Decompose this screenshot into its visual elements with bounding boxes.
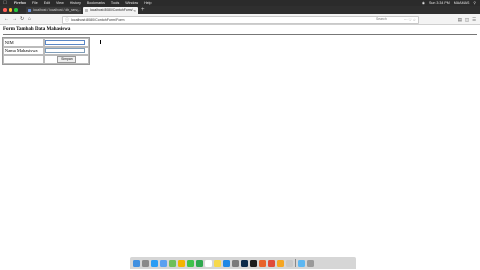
clock[interactable]: Sun 3:34 PM xyxy=(429,1,450,5)
sidebar-icon[interactable]: ◫ xyxy=(465,16,469,23)
tab-favicon-icon xyxy=(28,9,31,12)
tab-contoh-form[interactable]: localhost:8080/ContohForm/... × xyxy=(83,7,138,14)
window-controls xyxy=(3,8,20,12)
system-preferences-icon[interactable] xyxy=(232,259,239,267)
web-page: Form Tambah Data Mahasiswa NIM Nama Maha… xyxy=(0,25,480,257)
tab-phpmyadmin[interactable]: localhost / localhost / db_serv… × xyxy=(26,7,81,14)
menu-icon[interactable]: ☰ xyxy=(472,16,476,23)
messages-icon[interactable] xyxy=(187,259,194,267)
label-nim: NIM xyxy=(3,38,44,47)
navigation-bar: ← → ↻ ⌂ ⓘ localhost:8080/ContohForm/Form… xyxy=(0,14,480,25)
firefox-icon[interactable] xyxy=(259,259,266,267)
home-icon[interactable]: ⌂ xyxy=(28,16,31,23)
search-box[interactable]: Search xyxy=(376,16,396,22)
finder-icon[interactable] xyxy=(133,259,140,267)
form-row-submit: Simpan xyxy=(3,55,90,64)
text-caret xyxy=(99,40,101,44)
terminal-icon[interactable] xyxy=(250,259,257,267)
tab-bar: localhost / localhost / db_serv… × local… xyxy=(0,6,480,14)
tab-title: localhost / localhost / db_serv… xyxy=(33,8,81,12)
photoshop-icon[interactable] xyxy=(241,259,248,267)
form-row-nim: NIM xyxy=(3,38,101,47)
macos-dock xyxy=(130,257,356,269)
dock-separator xyxy=(295,259,296,267)
launchpad-icon[interactable] xyxy=(142,259,149,267)
label-nama-mahasiswa: Nama Mahasiswa xyxy=(3,46,44,55)
user-name[interactable]: MAAMAS xyxy=(454,1,470,5)
new-tab-button[interactable]: + xyxy=(141,7,145,14)
simpan-button[interactable]: Simpan xyxy=(57,56,77,63)
photos-icon[interactable] xyxy=(178,259,185,267)
page-actions-icon[interactable]: ··· ♡ ☆ xyxy=(404,17,416,23)
empty-cell xyxy=(3,55,44,64)
facetime-icon[interactable] xyxy=(196,259,203,267)
trash-icon[interactable] xyxy=(306,259,314,267)
mail-icon[interactable] xyxy=(160,259,167,267)
chrome-icon[interactable] xyxy=(268,259,275,267)
sketch-icon[interactable] xyxy=(277,259,284,267)
library-icon[interactable]: ▤ xyxy=(458,16,462,23)
calendar-icon[interactable] xyxy=(205,259,212,267)
notes-icon[interactable] xyxy=(214,259,221,267)
spotlight-icon[interactable]: ⚲ xyxy=(473,1,476,5)
nim-input[interactable] xyxy=(45,39,86,45)
student-form: NIM Nama Mahasiswa Simpan xyxy=(2,37,101,65)
minimize-window-button[interactable] xyxy=(8,8,12,12)
tab-title: localhost:8080/ContohForm/... xyxy=(90,8,136,12)
toolbar-icons: ▤ ◫ ☰ xyxy=(455,16,476,23)
page-title: Form Tambah Data Mahasiswa xyxy=(3,27,71,32)
wifi-icon[interactable]: ◉ xyxy=(422,1,425,5)
forward-arrow-icon[interactable]: → xyxy=(12,16,17,23)
preview-icon[interactable] xyxy=(286,259,293,267)
field-cell-nama xyxy=(43,46,90,55)
form-row-nama: Nama Mahasiswa xyxy=(3,46,90,55)
url-text[interactable]: localhost:8080/ContohForm/Form xyxy=(71,17,125,23)
site-info-icon[interactable]: ⓘ xyxy=(65,17,69,23)
horizontal-rule xyxy=(3,34,477,35)
close-tab-icon[interactable]: × xyxy=(77,7,79,14)
close-window-button[interactable] xyxy=(3,8,7,12)
close-tab-icon[interactable]: × xyxy=(134,7,136,14)
back-arrow-icon[interactable]: ← xyxy=(4,16,9,23)
url-bar[interactable]: ⓘ localhost:8080/ContohForm/Form ··· ♡ ☆ xyxy=(62,16,419,24)
zoom-window-button[interactable] xyxy=(14,8,18,12)
folder-icon[interactable] xyxy=(297,259,305,267)
submit-cell: Simpan xyxy=(43,55,90,64)
reload-icon[interactable]: ↻ xyxy=(20,16,24,23)
tab-favicon-icon xyxy=(85,9,88,12)
safari-icon[interactable] xyxy=(151,259,158,267)
field-cell-nim xyxy=(43,38,101,47)
maps-icon[interactable] xyxy=(169,259,176,267)
app-store-icon[interactable] xyxy=(223,259,230,267)
nama-mahasiswa-input[interactable] xyxy=(45,48,86,54)
